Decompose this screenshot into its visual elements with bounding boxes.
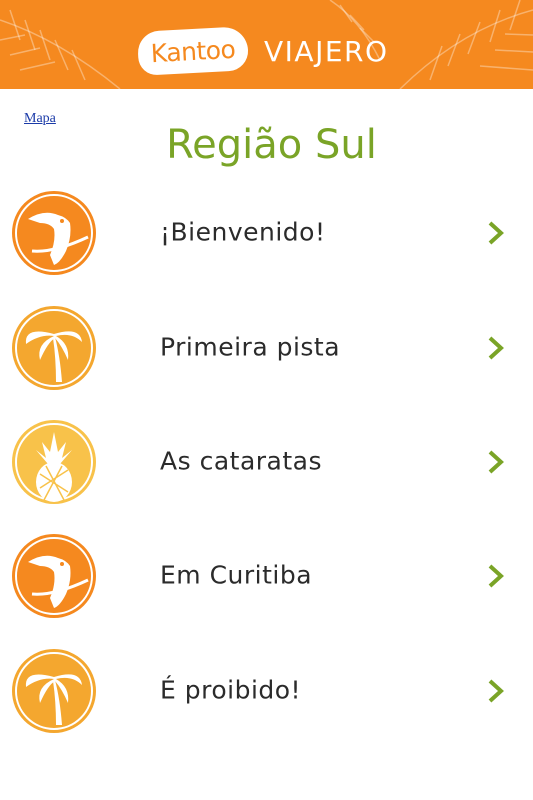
list-item[interactable]: É proibido!	[0, 640, 533, 740]
list-item[interactable]: As cataratas	[0, 411, 533, 511]
list-item-label: É proibido!	[160, 675, 302, 705]
chevron-right-icon	[488, 450, 504, 474]
toucan-icon	[12, 534, 96, 618]
list-item-label: As cataratas	[160, 446, 323, 476]
list-item-label: ¡Bienvenido!	[160, 217, 326, 247]
list-item-label: Em Curitiba	[160, 560, 313, 590]
brand-logo: Kantoo VIAJERO	[136, 26, 389, 76]
list-item[interactable]: Em Curitiba	[0, 525, 533, 625]
palm-tree-icon	[12, 649, 96, 733]
chevron-right-icon	[488, 221, 504, 245]
list-item-label: Primeira pista	[160, 332, 341, 362]
app-header: Kantoo VIAJERO	[0, 0, 533, 89]
chevron-right-icon	[488, 336, 504, 360]
chevron-right-icon	[488, 564, 504, 588]
brand-suffix: VIAJERO	[264, 34, 389, 68]
page-title: Região Sul	[166, 122, 377, 168]
list-item[interactable]: ¡Bienvenido!	[0, 182, 533, 282]
kantoo-logo: Kantoo	[136, 26, 250, 76]
toucan-icon	[12, 191, 96, 275]
chevron-right-icon	[488, 679, 504, 703]
list-item[interactable]: Primeira pista	[0, 297, 533, 397]
palm-tree-icon	[12, 306, 96, 390]
pineapple-icon	[12, 420, 96, 504]
